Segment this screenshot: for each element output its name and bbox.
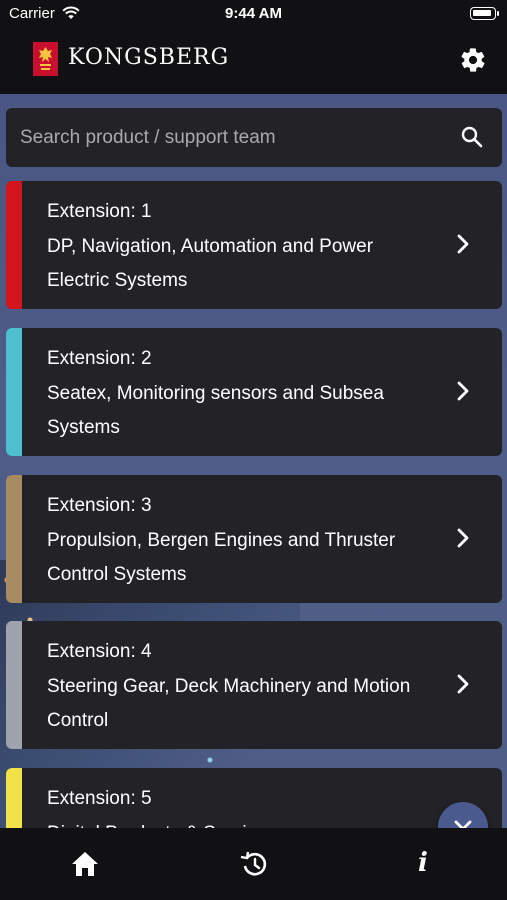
tab-info[interactable]: i bbox=[410, 848, 442, 880]
gear-icon[interactable] bbox=[459, 46, 487, 74]
card-accent-bar bbox=[6, 621, 22, 749]
extension-title: Seatex, Monitoring sensors and Subsea Sy… bbox=[47, 383, 384, 438]
extension-label: Extension: 5 bbox=[47, 788, 152, 809]
info-icon: i bbox=[418, 848, 428, 878]
chevron-right-icon bbox=[457, 528, 469, 548]
card-accent-bar bbox=[6, 328, 22, 456]
extension-title: Steering Gear, Deck Machinery and Motion… bbox=[47, 676, 411, 731]
extension-label: Extension: 1 bbox=[47, 201, 152, 222]
home-icon bbox=[72, 852, 98, 876]
extension-label: Extension: 2 bbox=[47, 348, 152, 369]
chevron-right-icon bbox=[457, 381, 469, 401]
extension-title: DP, Navigation, Automation and Power Ele… bbox=[47, 236, 374, 291]
extension-card-3[interactable]: Extension: 3 Propulsion, Bergen Engines … bbox=[6, 475, 502, 603]
extension-title: Propulsion, Bergen Engines and Thruster … bbox=[47, 530, 396, 585]
kongsberg-logo-icon bbox=[33, 42, 58, 76]
extension-label: Extension: 4 bbox=[47, 641, 152, 662]
chevron-right-icon bbox=[457, 234, 469, 254]
app-header: KONGSBERG bbox=[0, 28, 507, 94]
extension-label: Extension: 3 bbox=[47, 495, 152, 516]
search-icon[interactable] bbox=[461, 126, 483, 148]
extension-card-1[interactable]: Extension: 1 DP, Navigation, Automation … bbox=[6, 181, 502, 309]
extension-card-2[interactable]: Extension: 2 Seatex, Monitoring sensors … bbox=[6, 328, 502, 456]
history-icon bbox=[240, 851, 267, 876]
status-time: 9:44 AM bbox=[225, 5, 282, 22]
tab-home[interactable] bbox=[70, 850, 102, 880]
battery-icon bbox=[470, 7, 499, 20]
extension-card-4[interactable]: Extension: 4 Steering Gear, Deck Machine… bbox=[6, 621, 502, 749]
card-accent-bar bbox=[6, 181, 22, 309]
app-screen: Carrier 9:44 AM KONGSBERG Search product… bbox=[0, 0, 507, 900]
search-bar bbox=[6, 108, 502, 167]
search-input[interactable] bbox=[6, 108, 446, 167]
tab-history[interactable] bbox=[239, 850, 271, 880]
brand-name: KONGSBERG bbox=[68, 45, 230, 70]
chevron-right-icon bbox=[457, 674, 469, 694]
bottom-tab-bar: i bbox=[0, 828, 507, 900]
status-bar: Carrier 9:44 AM bbox=[0, 0, 507, 28]
card-accent-bar bbox=[6, 475, 22, 603]
